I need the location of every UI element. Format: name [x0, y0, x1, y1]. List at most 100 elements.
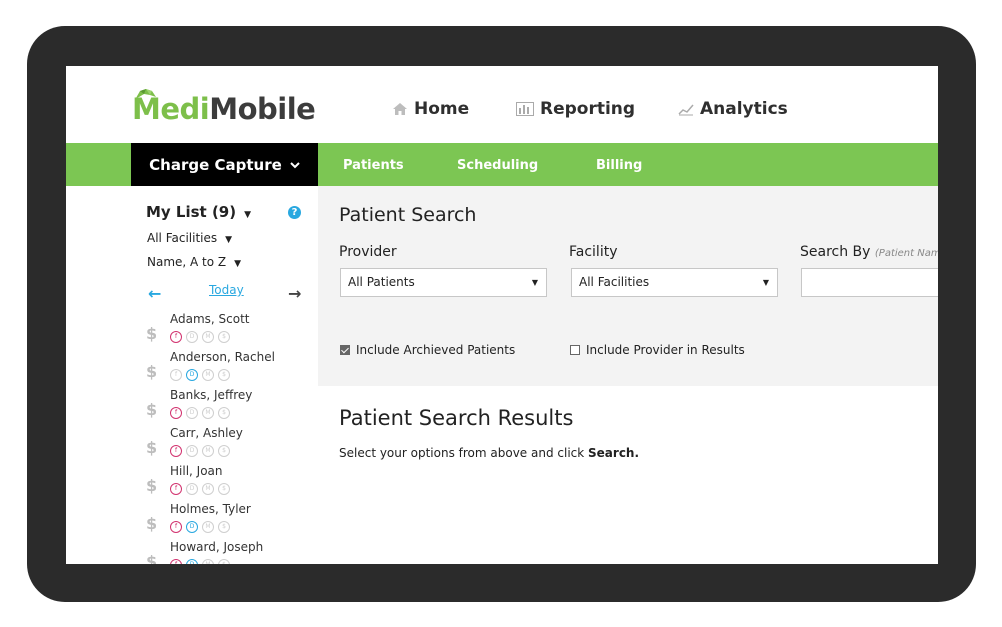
patient-status-badges: fDM $ — [170, 407, 234, 419]
patient-name: Anderson, Rachel — [170, 350, 275, 364]
include-archived-label: Include Archieved Patients — [356, 343, 516, 357]
nav-analytics-label: Analytics — [700, 99, 788, 119]
patient-name: Holmes, Tyler — [170, 502, 251, 516]
app-screen: Medi Mobile Home Reporting Analytics Char… — [66, 66, 938, 564]
search-by-label: Search By (Patient Name — [800, 244, 938, 260]
chevron-down-icon: ▼ — [225, 235, 233, 245]
status-f-icon: f — [170, 331, 182, 343]
patient-name: Hill, Joan — [170, 464, 223, 478]
chevron-down-icon — [290, 161, 300, 168]
status-f-icon: f — [170, 445, 182, 457]
search-by-input[interactable] — [801, 268, 938, 297]
dollar-icon: $ — [146, 438, 158, 457]
dollar-icon: $ — [146, 552, 158, 564]
include-provider-label: Include Provider in Results — [586, 343, 745, 357]
status-s-icon: $ — [218, 331, 230, 343]
status-s-icon: $ — [218, 559, 230, 564]
patient-status-badges: fDM $ — [170, 445, 234, 457]
status-f-icon: f — [170, 483, 182, 495]
status-m-icon: M — [202, 407, 214, 419]
dollar-icon: $ — [146, 514, 158, 533]
header: Medi Mobile Home Reporting Analytics — [66, 66, 938, 143]
today-link[interactable]: Today — [209, 283, 244, 297]
help-icon[interactable]: ? — [288, 206, 301, 219]
charge-capture-label: Charge Capture — [149, 155, 282, 174]
logo[interactable]: Medi Mobile — [132, 89, 316, 128]
facility-select[interactable]: All Facilities ▼ — [571, 268, 778, 297]
charge-capture-dropdown[interactable]: Charge Capture — [131, 143, 318, 186]
patient-status-badges: fDM $ — [170, 331, 234, 343]
logo-text-mobile: Mobile — [209, 92, 316, 126]
search-by-hint: (Patient Name — [874, 248, 938, 259]
status-s-icon: $ — [218, 407, 230, 419]
status-f-icon: f — [170, 369, 182, 381]
status-m-icon: M — [202, 445, 214, 457]
patient-name: Howard, Joseph — [170, 540, 264, 554]
facility-filter-label: All Facilities — [147, 231, 218, 245]
status-d-icon: D — [186, 331, 198, 343]
facility-label: Facility — [569, 244, 618, 260]
dollar-icon: $ — [146, 400, 158, 419]
status-s-icon: $ — [218, 521, 230, 533]
provider-select-value: All Patients — [348, 275, 415, 289]
my-list-dropdown[interactable]: My List (9) ▼ — [146, 203, 251, 221]
facility-filter[interactable]: All Facilities ▼ — [147, 231, 232, 245]
status-d-icon: D — [186, 559, 198, 564]
dollar-icon: $ — [146, 362, 158, 381]
search-by-text: Search By — [800, 244, 871, 260]
include-archived-checkbox[interactable]: Include Archieved Patients — [340, 343, 515, 357]
status-d-icon: D — [186, 483, 198, 495]
nav-billing[interactable]: Billing — [596, 158, 642, 173]
patient-name: Banks, Jeffrey — [170, 388, 253, 402]
sort-filter-label: Name, A to Z — [147, 255, 227, 269]
status-s-icon: $ — [218, 369, 230, 381]
logo-mark-icon — [136, 89, 156, 98]
dollar-icon: $ — [146, 324, 158, 343]
nav-patients[interactable]: Patients — [343, 158, 404, 173]
home-icon — [393, 103, 407, 115]
status-s-icon: $ — [218, 445, 230, 457]
patient-status-badges: fDM $ — [170, 559, 234, 564]
prev-day-arrow-icon[interactable]: ← — [148, 284, 161, 303]
nav-scheduling[interactable]: Scheduling — [457, 158, 538, 173]
nav-reporting[interactable]: Reporting — [516, 99, 635, 119]
patient-name: Carr, Ashley — [170, 426, 243, 440]
next-day-arrow-icon[interactable]: → — [288, 284, 301, 303]
nav-reporting-label: Reporting — [540, 99, 636, 119]
patient-list-item[interactable]: $ Howard, Joseph fDM $ — [146, 540, 316, 564]
results-text-bold: Search. — [588, 446, 640, 460]
include-provider-checkbox[interactable]: Include Provider in Results — [570, 343, 745, 357]
status-d-icon: D — [186, 445, 198, 457]
chevron-down-icon: ▼ — [244, 210, 252, 220]
caret-down-icon: ▼ — [531, 278, 538, 287]
nav-analytics[interactable]: Analytics — [678, 99, 788, 119]
checkbox-unchecked-icon[interactable] — [570, 345, 580, 355]
status-m-icon: M — [202, 521, 214, 533]
patient-status-badges: fDM $ — [170, 483, 234, 495]
status-f-icon: f — [170, 521, 182, 533]
status-m-icon: M — [202, 369, 214, 381]
status-f-icon: f — [170, 559, 182, 564]
nav-home[interactable]: Home — [392, 99, 469, 119]
status-s-icon: $ — [218, 483, 230, 495]
facility-select-value: All Facilities — [579, 275, 650, 289]
status-m-icon: M — [202, 559, 214, 564]
chevron-down-icon: ▼ — [234, 259, 242, 269]
status-d-icon: D — [186, 407, 198, 419]
patient-status-badges: fDM $ — [170, 369, 234, 381]
bar-chart-icon — [516, 102, 534, 116]
status-m-icon: M — [202, 483, 214, 495]
status-f-icon: f — [170, 407, 182, 419]
provider-select[interactable]: All Patients ▼ — [340, 268, 547, 297]
status-m-icon: M — [202, 331, 214, 343]
provider-label: Provider — [339, 244, 397, 260]
status-d-icon: D — [186, 369, 198, 381]
sort-filter[interactable]: Name, A to Z ▼ — [147, 255, 241, 269]
status-d-icon: D — [186, 521, 198, 533]
patient-search-title: Patient Search — [339, 204, 477, 226]
nav-home-label: Home — [414, 99, 470, 119]
results-text: Select your options from above and click — [339, 446, 589, 460]
patient-status-badges: fDM $ — [170, 521, 234, 533]
dollar-icon: $ — [146, 476, 158, 495]
checkbox-checked-icon[interactable] — [340, 345, 350, 355]
